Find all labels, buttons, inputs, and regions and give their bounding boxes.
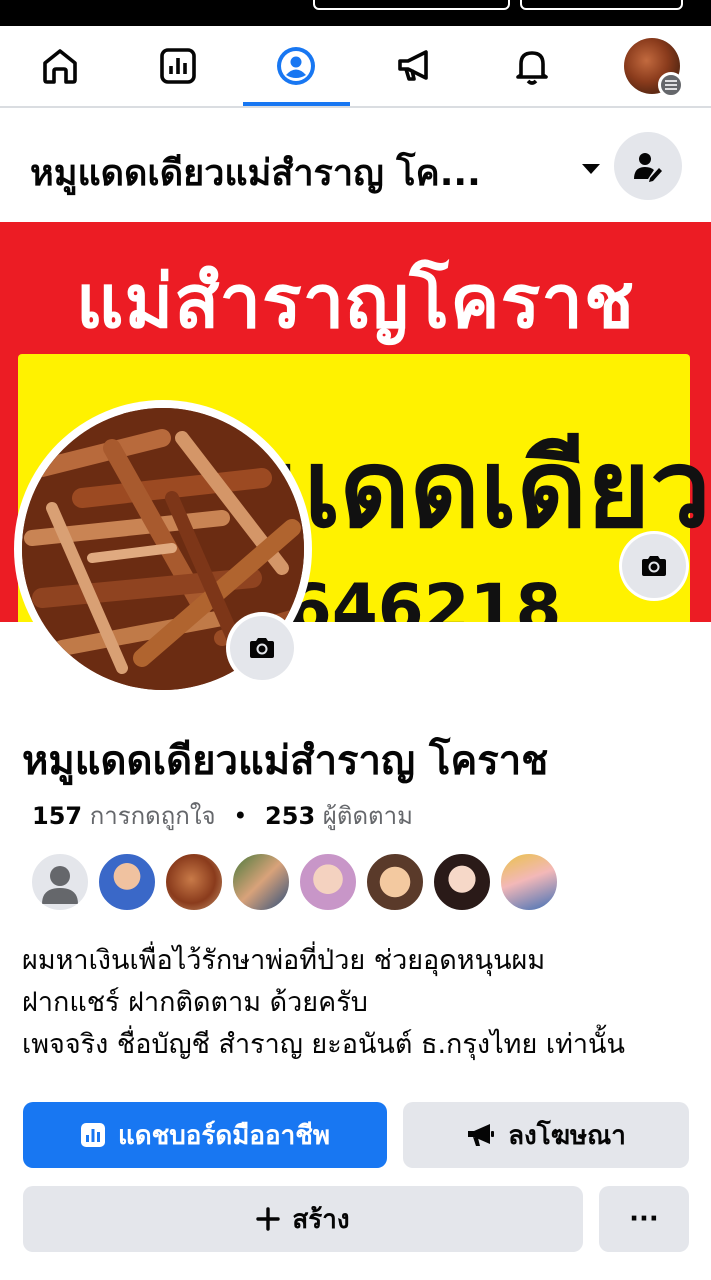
cover-top-text: แม่สำราญโคราช	[75, 259, 636, 345]
nav-tab-profile[interactable]	[270, 40, 322, 92]
profile-icon	[277, 47, 315, 85]
nav-tab-ads[interactable]	[388, 40, 440, 92]
bio-line: ผมหาเงินเพื่อไว้รักษาพ่อที่ป่วย ช่วยอุดห…	[22, 945, 546, 976]
switch-profile-button[interactable]	[614, 132, 682, 200]
create-label: สร้าง	[292, 1204, 350, 1235]
megaphone-icon	[466, 1122, 496, 1148]
follower-avatars[interactable]	[30, 852, 590, 912]
advertise-label: ลงโฆษณา	[508, 1120, 626, 1151]
page-header: หมูแดดเดียวแม่สำราญ โค...	[0, 110, 711, 222]
dashboard-chart-icon	[160, 48, 196, 84]
page-name: หมูแดดเดียวแม่สำราญ โคราช	[22, 738, 549, 784]
avatar[interactable]	[231, 852, 291, 912]
stats-separator: •	[233, 802, 248, 830]
avatar[interactable]	[365, 852, 425, 912]
followers-count[interactable]: 253	[265, 802, 315, 830]
chevron-down-icon[interactable]	[582, 164, 600, 174]
status-pill	[313, 0, 510, 10]
camera-icon	[250, 638, 274, 658]
nav-tab-dashboard[interactable]	[152, 40, 204, 92]
nav-tab-notifications[interactable]	[506, 40, 558, 92]
more-dots-icon: ···	[629, 1204, 659, 1234]
nav-tab-home[interactable]	[34, 40, 86, 92]
status-bar	[0, 0, 711, 26]
bell-icon	[516, 51, 548, 85]
avatar[interactable]	[97, 852, 157, 912]
page-bio: ผมหาเงินเพื่อไว้รักษาพ่อที่ป่วย ช่วยอุดห…	[22, 940, 692, 1066]
status-pill	[520, 0, 683, 10]
person-edit-icon	[634, 153, 662, 182]
page-stats: 157 การกดถูกใจ • 253 ผู้ติดตาม	[32, 796, 413, 835]
professional-dashboard-button[interactable]: แดชบอร์ดมืออาชีพ	[23, 1102, 387, 1168]
create-button[interactable]: สร้าง	[23, 1186, 583, 1252]
nav-tab-menu-avatar[interactable]	[624, 38, 684, 98]
professional-dashboard-label: แดชบอร์ดมืออาชีพ	[117, 1120, 330, 1151]
edit-profile-picture-button[interactable]	[230, 616, 294, 680]
followers-label[interactable]: ผู้ติดตาม	[323, 802, 413, 830]
bio-line: เพจจริง ชื่อบัญชี สำราญ ยะอนันต์ ธ.กรุงไ…	[22, 1029, 625, 1060]
camera-icon	[642, 556, 666, 576]
avatar[interactable]	[164, 852, 224, 912]
bio-line: ฝากแชร์ ฝากติดตาม ด้วยครับ	[22, 987, 368, 1018]
home-icon	[43, 49, 77, 84]
avatar[interactable]	[298, 852, 358, 912]
avatar-default-icon[interactable]	[30, 852, 90, 912]
likes-label[interactable]: การกดถูกใจ	[90, 802, 216, 830]
avatar[interactable]	[432, 852, 492, 912]
advertise-button[interactable]: ลงโฆษณา	[403, 1102, 689, 1168]
edit-cover-button[interactable]	[622, 534, 686, 598]
likes-count[interactable]: 157	[32, 802, 82, 830]
megaphone-icon	[398, 50, 428, 81]
dashboard-chart-icon	[80, 1122, 106, 1148]
active-tab-indicator	[243, 102, 350, 106]
plus-icon	[256, 1207, 281, 1231]
avatar[interactable]	[499, 852, 559, 912]
menu-lines-icon	[658, 72, 684, 98]
top-nav-bar	[0, 26, 711, 108]
page-switcher-title[interactable]: หมูแดดเดียวแม่สำราญ โค...	[30, 144, 481, 201]
more-options-button[interactable]: ···	[599, 1186, 689, 1252]
